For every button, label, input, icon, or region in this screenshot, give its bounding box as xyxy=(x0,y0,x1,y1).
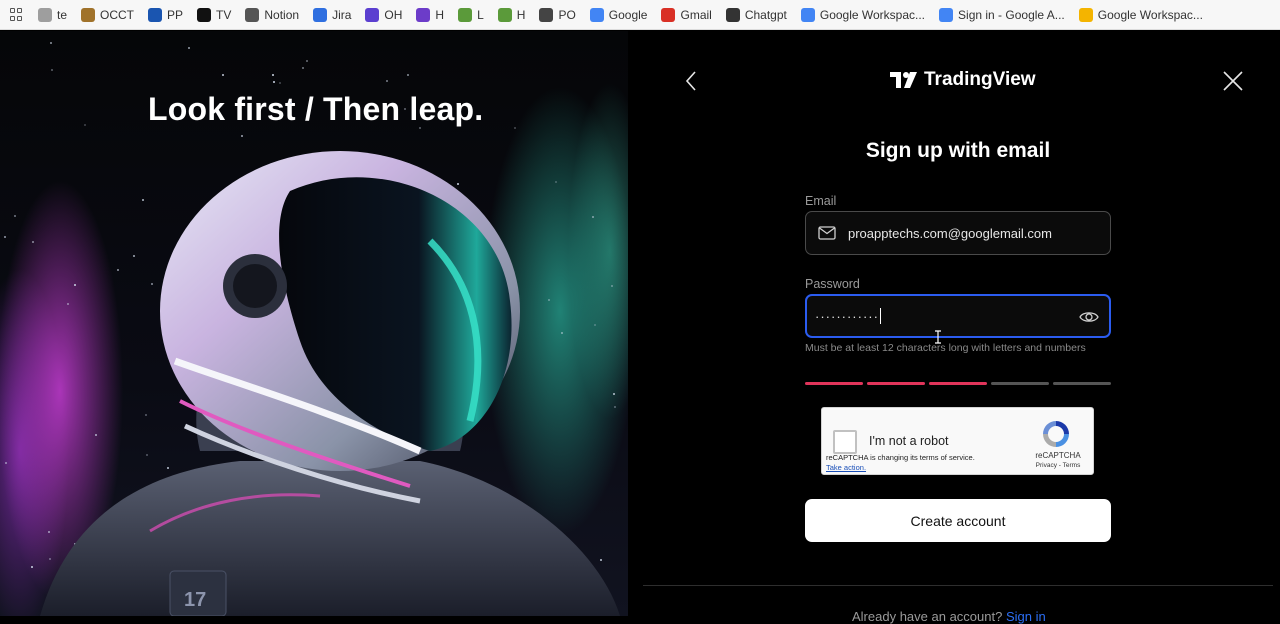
bookmark-label: Google Workspac... xyxy=(819,7,926,22)
bookmark-item[interactable]: Google Workspac... xyxy=(1078,7,1203,22)
show-password-eye-icon[interactable] xyxy=(1079,307,1099,327)
recaptcha-notice-text: reCAPTCHA is changing its terms of servi… xyxy=(826,453,975,462)
recaptcha-label: I'm not a robot xyxy=(869,434,949,448)
recaptcha-checkbox[interactable] xyxy=(833,430,857,454)
recaptcha-logo-icon xyxy=(1043,421,1069,447)
bookmark-item[interactable]: Gmail xyxy=(661,7,712,22)
bookmark-label: te xyxy=(57,7,68,22)
slides-icon xyxy=(1078,7,1093,22)
google-icon xyxy=(939,7,954,22)
password-value: ············ xyxy=(815,308,879,324)
astronaut-illustration: 17 xyxy=(40,151,620,616)
gmail-icon xyxy=(661,7,676,22)
bookmark-item[interactable]: OH xyxy=(365,7,403,22)
svg-text:17: 17 xyxy=(184,589,206,611)
tradingview-logo: TradingView xyxy=(890,69,1036,91)
home-icon xyxy=(245,7,260,22)
bookmark-label: Sign in - Google A... xyxy=(958,7,1065,22)
strength-segment xyxy=(991,382,1049,385)
bookmark-label: H xyxy=(435,7,445,22)
signin-link[interactable]: Sign in xyxy=(1006,609,1046,624)
text-caret xyxy=(879,308,881,324)
strength-segment xyxy=(867,382,925,385)
recaptcha-brand: reCAPTCHA xyxy=(1035,451,1081,460)
s-icon xyxy=(416,7,431,22)
bookmark-list: te OCCT PP TV Notion Jira OH H L H PO Google Gmail Ch… xyxy=(38,7,1203,22)
close-icon[interactable] xyxy=(1221,69,1245,93)
back-arrow-icon[interactable] xyxy=(680,69,704,93)
bookmark-label: Notion xyxy=(264,7,300,22)
logo-text: TradingView xyxy=(924,69,1036,90)
bookmark-item[interactable]: TV xyxy=(197,7,232,22)
bookmark-item[interactable]: H xyxy=(497,7,526,22)
recaptcha-notice: reCAPTCHA is changing its terms of servi… xyxy=(826,453,975,473)
bookmark-label: Google xyxy=(608,7,648,22)
openai-icon xyxy=(725,7,740,22)
bookmark-item[interactable]: Google Workspac... xyxy=(800,7,926,22)
password-strength-meter xyxy=(805,382,1111,385)
bookmark-item[interactable]: H xyxy=(416,7,445,22)
shopify-icon xyxy=(497,7,512,22)
page-title: Sign up with email xyxy=(865,139,1051,162)
hero-panel: Look first / Then leap. 17 xyxy=(0,31,628,616)
bookmark-label: L xyxy=(477,7,484,22)
signup-panel: TradingView Sign up with email Email pro… xyxy=(628,31,1280,624)
password-label: Password xyxy=(805,277,860,291)
recaptcha-widget: I'm not a robot reCAPTCHA is changing it… xyxy=(821,407,1094,475)
ring-icon xyxy=(365,7,380,22)
bookmark-item[interactable]: PO xyxy=(539,7,576,22)
envelope-icon xyxy=(818,226,836,240)
signin-prefix: Already have an account? xyxy=(852,609,1003,624)
bookmark-item[interactable]: Chatgpt xyxy=(725,7,787,22)
bookmark-item[interactable]: Google xyxy=(589,7,648,22)
bookmark-label: PP xyxy=(167,7,184,22)
tradingview-icon xyxy=(197,7,212,22)
recaptcha-take-action-link[interactable]: Take action. xyxy=(826,463,866,472)
box-icon xyxy=(81,7,96,22)
bookmark-label: Gmail xyxy=(680,7,712,22)
globe-icon xyxy=(539,7,554,22)
bookmark-label: OH xyxy=(384,7,403,22)
apps-grid-icon[interactable] xyxy=(10,7,24,22)
bookmark-label: H xyxy=(516,7,526,22)
google-icon xyxy=(589,7,604,22)
email-value: proapptechs.com@googlemail.com xyxy=(848,225,1052,241)
divider xyxy=(643,585,1273,586)
bookmark-label: Jira xyxy=(332,7,352,22)
bookmark-label: TV xyxy=(216,7,232,22)
email-label: Email xyxy=(805,194,837,208)
jira-icon xyxy=(313,7,328,22)
bookmark-item[interactable]: Notion xyxy=(245,7,300,22)
signin-line: Already have an account? Sign in xyxy=(852,609,1046,624)
bookmarks-bar: te OCCT PP TV Notion Jira OH H L H PO Google Gmail Ch… xyxy=(0,0,1280,30)
bookmark-item[interactable]: Jira xyxy=(313,7,352,22)
bookmark-item[interactable]: Sign in - Google A... xyxy=(939,7,1065,22)
text-cursor-icon xyxy=(935,330,941,344)
pencil-icon xyxy=(38,7,52,22)
bookmark-label: Chatgpt xyxy=(744,7,787,22)
shopify-icon xyxy=(458,7,473,22)
bookmark-item[interactable]: L xyxy=(458,7,484,22)
password-field[interactable]: ············ xyxy=(805,294,1111,338)
bookmark-label: PO xyxy=(558,7,576,22)
recaptcha-privacy-terms[interactable]: Privacy - Terms xyxy=(1030,462,1086,469)
create-account-button[interactable]: Create account xyxy=(805,499,1111,542)
strength-segment xyxy=(805,382,863,385)
email-field[interactable]: proapptechs.com@googlemail.com xyxy=(805,211,1111,255)
google-icon xyxy=(800,7,815,22)
bookmark-item[interactable]: te xyxy=(38,7,68,22)
password-hint: Must be at least 12 characters long with… xyxy=(805,342,1086,354)
paypal-icon xyxy=(148,7,163,22)
tradingview-logo-icon xyxy=(890,72,917,88)
strength-segment xyxy=(1053,382,1111,385)
bookmark-item[interactable]: OCCT xyxy=(81,7,135,22)
strength-segment xyxy=(929,382,987,385)
bookmark-label: Google Workspac... xyxy=(1097,7,1203,22)
bookmark-label: OCCT xyxy=(100,7,135,22)
bookmark-item[interactable]: PP xyxy=(148,7,184,22)
